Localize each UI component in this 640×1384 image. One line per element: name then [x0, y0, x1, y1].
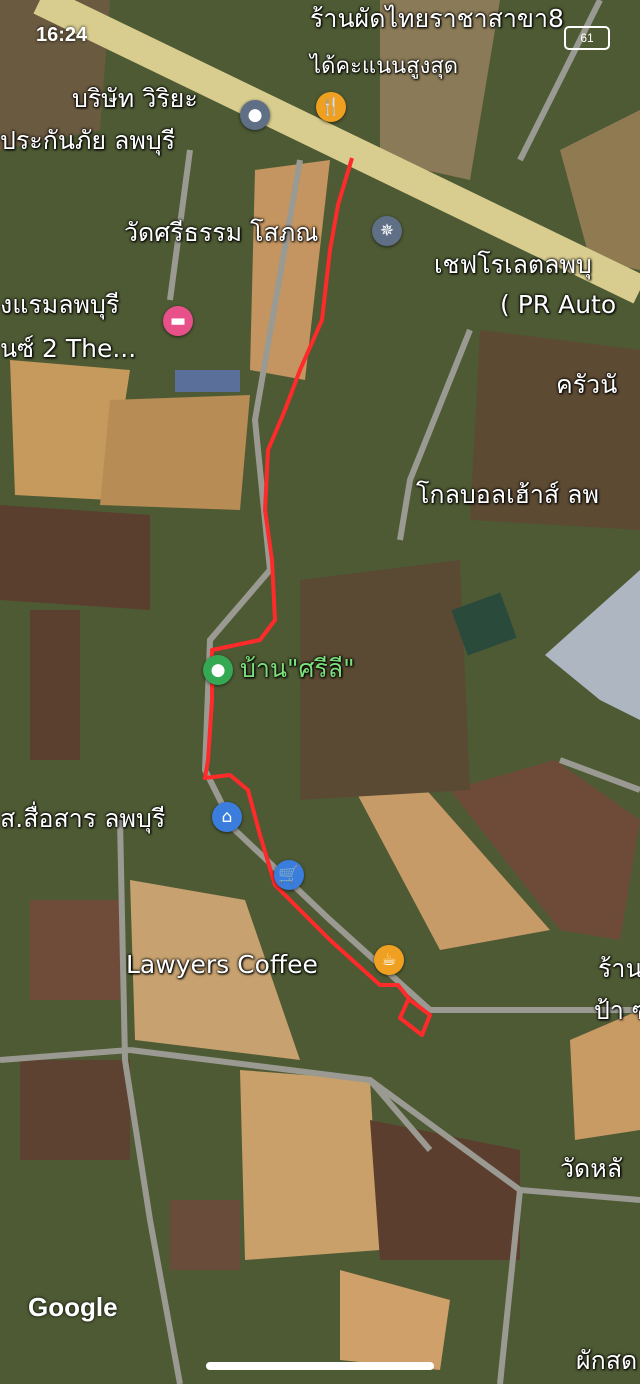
home-pin-icon[interactable]: ●: [203, 655, 233, 685]
home-indicator[interactable]: [206, 1362, 434, 1370]
place-label-shop-right-line2: ป้า ซ: [594, 996, 640, 1025]
place-label-restaurant[interactable]: ร้านผัดไทยราชาสาขา8: [310, 4, 564, 34]
place-label-temple[interactable]: วัดศรีธรรม โสภณ: [124, 218, 318, 248]
shopping-bag-icon[interactable]: ⌂: [212, 802, 242, 832]
battery-indicator: 61: [564, 26, 610, 50]
restaurant-icon[interactable]: 🍴: [316, 92, 346, 122]
temple-icon[interactable]: ✵: [372, 216, 402, 246]
place-label-shop-right[interactable]: ร้าน: [598, 954, 640, 984]
place-label-globalhouse[interactable]: โกลบอลเฮ้าส์ ลพ: [416, 480, 599, 510]
cart-icon[interactable]: 🛒: [274, 860, 304, 890]
place-label-chevrolet[interactable]: เชฟโรเลตลพบุ: [434, 250, 592, 280]
status-time: 16:24: [36, 24, 88, 46]
place-label-insurance[interactable]: บริษัท วิริยะ: [72, 84, 198, 114]
place-label-comm-shop[interactable]: ส.สื่อสาร ลพบุรี: [0, 804, 165, 834]
satellite-map[interactable]: [0, 0, 640, 1384]
place-label-chevrolet-line2: ( PR Auto: [500, 290, 617, 319]
place-label-hotel[interactable]: งแรมลพบุรี: [0, 290, 119, 320]
place-label-restaurant-subtitle: ได้คะแนนสูงสุด: [310, 54, 459, 79]
google-logo: Google: [28, 1292, 118, 1322]
place-icon[interactable]: ●: [240, 100, 270, 130]
place-label-temple-2[interactable]: วัดหลั: [560, 1154, 622, 1184]
place-label-insurance-line2: ประกันภัย ลพบุรี: [0, 126, 176, 155]
hotel-icon[interactable]: ▬: [163, 306, 193, 336]
building-block: [175, 370, 240, 392]
place-label-hotel-line2: นซ์ 2 The...: [0, 334, 137, 363]
place-label-home[interactable]: บ้าน"ศรีลี": [240, 654, 355, 684]
place-label-vegetables[interactable]: ผักสด: [576, 1346, 637, 1376]
place-label-lawyers-coffee[interactable]: Lawyers Coffee: [126, 950, 318, 980]
coffee-icon[interactable]: ☕: [374, 945, 404, 975]
place-label-kitchen[interactable]: ครัวนั: [556, 370, 617, 400]
